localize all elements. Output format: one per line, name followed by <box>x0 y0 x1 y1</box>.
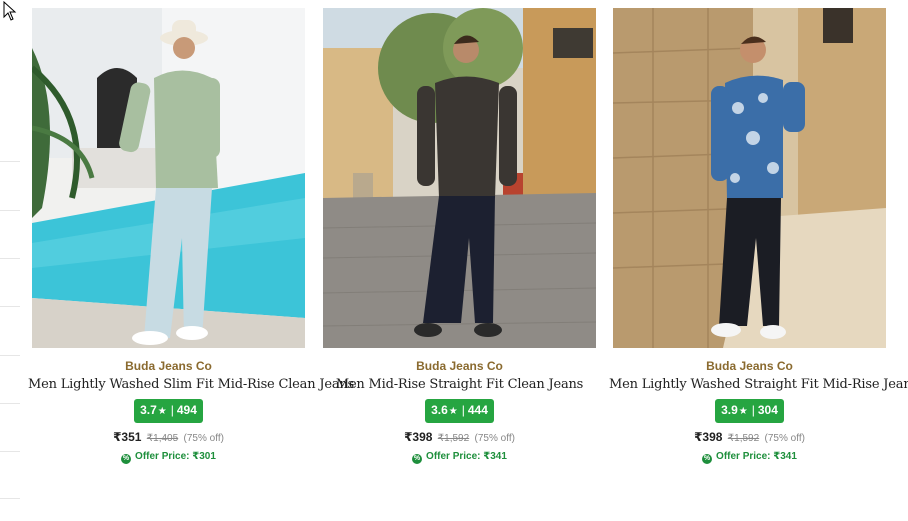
product-title[interactable]: Men Lightly Washed Slim Fit Mid-Rise Cle… <box>28 377 354 392</box>
selling-price: ₹398 <box>404 430 433 444</box>
star-icon: ★ <box>448 406 458 417</box>
product-title[interactable]: Men Mid-Rise Straight Fit Clean Jeans <box>319 377 600 392</box>
offer-price-row: % Offer Price: ₹301 <box>32 451 305 464</box>
rating-value: 3.9 <box>721 403 738 417</box>
original-price: ₹1,592 <box>727 433 760 444</box>
selling-price: ₹351 <box>113 430 142 444</box>
product-card[interactable]: Buda Jeans Co Men Mid-Rise Straight Fit … <box>323 8 596 478</box>
rail-divider <box>0 355 20 356</box>
product-brand: Buda Jeans Co <box>706 359 793 373</box>
product-brand: Buda Jeans Co <box>416 359 503 373</box>
offer-tag-icon: % <box>702 454 713 464</box>
rating-value: 3.6 <box>431 403 448 417</box>
product-grid: Buda Jeans Co Men Lightly Washed Slim Fi… <box>28 8 908 488</box>
product-brand: Buda Jeans Co <box>125 359 212 373</box>
product-image[interactable] <box>613 8 886 348</box>
rail-divider <box>0 161 20 162</box>
rail-divider <box>0 403 20 404</box>
price-row: ₹351 ₹1,405 (75% off) <box>32 430 305 444</box>
original-price: ₹1,592 <box>437 433 470 444</box>
price-row: ₹398 ₹1,592 (75% off) <box>613 430 886 444</box>
offer-price: Offer Price: ₹341 <box>716 451 797 462</box>
rating-count: 304 <box>757 403 778 417</box>
discount-percent: (75% off) <box>764 433 805 444</box>
original-price: ₹1,405 <box>146 433 179 444</box>
offer-tag-icon: % <box>121 454 132 464</box>
offer-price: Offer Price: ₹341 <box>426 451 507 462</box>
product-card[interactable]: Buda Jeans Co Men Lightly Washed Straigh… <box>609 8 908 478</box>
product-image[interactable] <box>323 8 596 348</box>
product-title[interactable]: Men Lightly Washed Straight Fit Mid-Rise… <box>609 377 908 392</box>
rail-divider <box>0 210 20 211</box>
offer-price: Offer Price: ₹301 <box>135 451 216 462</box>
product-image[interactable] <box>32 8 305 348</box>
rating-badge: 3.6★ | 444 <box>425 399 494 423</box>
rail-divider <box>0 451 20 452</box>
rating-badge: 3.7★ | 494 <box>134 399 203 423</box>
discount-percent: (75% off) <box>183 433 224 444</box>
rail-divider <box>0 498 20 499</box>
rating-count: 494 <box>176 403 197 417</box>
product-card[interactable]: Buda Jeans Co Men Lightly Washed Slim Fi… <box>28 8 354 478</box>
star-icon: ★ <box>157 406 167 417</box>
rating-row: 3.9★ | 304 <box>613 399 886 423</box>
rating-separator: | <box>461 403 465 417</box>
rating-row: 3.7★ | 494 <box>32 399 305 423</box>
rating-separator: | <box>170 403 174 417</box>
left-filter-rail <box>0 0 20 521</box>
offer-price-row: % Offer Price: ₹341 <box>323 451 596 464</box>
offer-price-row: % Offer Price: ₹341 <box>613 451 886 464</box>
price-row: ₹398 ₹1,592 (75% off) <box>323 430 596 444</box>
rail-divider <box>0 306 20 307</box>
star-icon: ★ <box>738 406 748 417</box>
selling-price: ₹398 <box>694 430 723 444</box>
rating-value: 3.7 <box>140 403 157 417</box>
discount-percent: (75% off) <box>474 433 515 444</box>
rating-count: 444 <box>467 403 488 417</box>
rail-divider <box>0 258 20 259</box>
offer-tag-icon: % <box>412 454 423 464</box>
rating-row: 3.6★ | 444 <box>323 399 596 423</box>
rating-badge: 3.9★ | 304 <box>715 399 784 423</box>
rating-separator: | <box>751 403 755 417</box>
